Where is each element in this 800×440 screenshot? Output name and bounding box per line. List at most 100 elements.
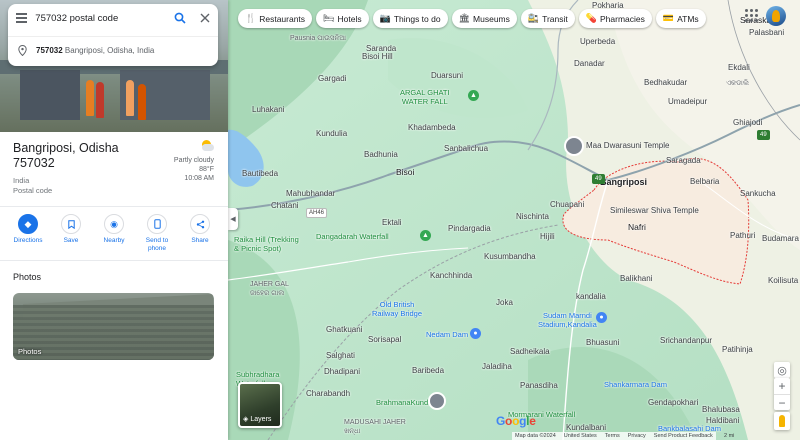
map-label-bisoi: Bisoi [396, 167, 415, 177]
map-label-khadambeda: Khadambeda [408, 123, 456, 132]
action-label: Send to phone [145, 237, 169, 252]
pegman-icon [779, 415, 785, 427]
zoom-in-button[interactable]: + [774, 378, 790, 394]
map-label-nafri: Nafri [628, 222, 646, 232]
search-button[interactable] [167, 4, 192, 32]
search-suggestion[interactable]: 757032 Bangriposi, Odisha, India [8, 36, 218, 64]
map-label-koilisuta: Koilisuta [768, 276, 799, 285]
terms-link[interactable]: Terms [605, 432, 620, 440]
map-label-ekdali-odia: ଏକଡାଲି [726, 80, 749, 87]
action-label: Share [191, 237, 209, 244]
map-label-argal-ghati: ARGAL GHATI WATER FALL [400, 88, 450, 106]
place-title-line1: Bangriposi, Odisha [13, 141, 119, 155]
bookmark-icon [61, 214, 81, 234]
action-buttons: ◆ Directions Save ◉ Nearby Send to phone… [8, 214, 220, 253]
share-button[interactable]: Share [180, 214, 220, 253]
search-card: 757032 Bangriposi, Odisha, India [8, 4, 218, 66]
chip-restaurants[interactable]: 🍴 Restaurants [238, 9, 313, 28]
directions-icon: ◆ [18, 214, 38, 234]
crosshair-icon: ◎ [777, 364, 787, 377]
dam-pin-icon[interactable]: ● [470, 328, 481, 339]
scale-bar[interactable]: 2 mi [724, 432, 734, 440]
map-label-sanbalichua: Sanbalichua [444, 144, 489, 153]
road-shield-ah46: AH46 [306, 208, 328, 218]
place-pin-icon [17, 45, 27, 56]
save-button[interactable]: Save [51, 214, 91, 253]
map-label-mahubhandar: Mahubhandar [286, 189, 336, 198]
chip-pharmacies[interactable]: 💊 Pharmacies [578, 9, 652, 28]
camera-icon: 📷 [379, 13, 391, 23]
map-label-ektali: Ektali [382, 218, 402, 227]
photos-card[interactable]: Photos [13, 293, 214, 360]
map-label-kundalbani: Kundalbani [566, 423, 607, 432]
map-label-umadeipur: Umadeipur [668, 97, 708, 106]
category-chips: 🍴 Restaurants 🛏 Hotels 📷 Things to do 🏛 Muse… [238, 9, 706, 28]
map-label-madusahi: MADUSAHI JAHER ଖନ୍ଧା [344, 419, 406, 435]
google-apps-icon[interactable] [744, 8, 758, 22]
chip-transit[interactable]: 🚉 Transit [520, 9, 575, 28]
map-label-sorisapal: Sorisapal [368, 335, 402, 344]
place-country: India [13, 176, 30, 185]
directions-button[interactable]: ◆ Directions [8, 214, 48, 253]
pharmacy-icon: 💊 [585, 13, 597, 23]
google-logo: Google [496, 414, 536, 428]
map-label-sudam-marndi: Sudam Marndi Stadium,Kandalia [538, 311, 597, 329]
map-label-pindargadia: Pindargadia [448, 224, 491, 233]
collapse-panel-button[interactable]: ◀ [228, 208, 238, 230]
maps-app: Pokharia Saraskana Palasbani Pausnia ପାଉ… [0, 0, 800, 440]
close-button[interactable] [193, 4, 218, 32]
divider [0, 206, 228, 207]
place-panel: 757032 Bangriposi, Odisha, India Bangrip… [0, 0, 228, 440]
map-label-saragada: Saragada [666, 156, 701, 165]
suggestion-text: 757032 Bangriposi, Odisha, India [36, 46, 154, 55]
map-label-old-british: Old British Railway Bridge [372, 300, 423, 318]
suggestion-rest: Bangriposi, Odisha, India [62, 46, 155, 55]
region-link[interactable]: United States [564, 432, 597, 440]
map-label-duarsuni: Duarsuni [431, 71, 464, 80]
menu-icon[interactable] [8, 4, 35, 32]
chip-label: Transit [542, 13, 568, 24]
send-to-phone-button[interactable]: Send to phone [137, 214, 177, 253]
road-shield-nh49-east: 49 [757, 130, 770, 140]
waterfall-pin-icon-2[interactable]: ▲ [420, 230, 431, 241]
transit-icon: 🚉 [527, 13, 540, 23]
chip-things-to-do[interactable]: 📷 Things to do [372, 9, 448, 28]
brahmanakunda-photo-pin-icon[interactable] [428, 392, 446, 410]
account-avatar[interactable] [766, 6, 786, 26]
map-base [228, 0, 800, 440]
map-footer: Map data ©2024 United States Terms Priva… [512, 432, 716, 440]
stadium-pin-icon[interactable]: ● [596, 312, 607, 323]
map-label-pathuri: Pathuri [730, 231, 756, 240]
museum-icon: 🏛 [458, 13, 471, 23]
search-input[interactable] [35, 8, 168, 28]
map-label-dangadarah: Dangadarah Waterfall [316, 232, 389, 241]
chip-hotels[interactable]: 🛏 Hotels [316, 9, 369, 28]
layers-button[interactable]: ◈ Layers [238, 382, 282, 428]
map-label-gargadi: Gargadi [318, 74, 347, 83]
share-icon [190, 214, 210, 234]
map-label-kandalia: kandalia [576, 292, 606, 301]
privacy-link[interactable]: Privacy [628, 432, 646, 440]
map-label-simileswar: Simileswar Shiva Temple [610, 206, 699, 215]
waterfall-pin-icon[interactable]: ▲ [468, 90, 479, 101]
chip-museums[interactable]: 🏛 Museums [451, 9, 517, 28]
chip-atms[interactable]: 💳 ATMs [655, 9, 706, 28]
chip-label: ATMs [677, 13, 699, 24]
map-label-luhakani: Luhakani [252, 105, 285, 114]
map-label-kusumbandha: Kusumbandha [484, 252, 536, 261]
map-label-pausnia: Pausnia ପାଉସନିଆ [290, 35, 347, 42]
action-label: Nearby [103, 237, 125, 244]
map-label-bhuasuni: Bhuasuni [586, 338, 620, 347]
feedback-link[interactable]: Send Product Feedback [654, 432, 713, 440]
map-label-joka: Joka [496, 298, 513, 307]
map-label-nedam-dam: Nedam Dam [426, 330, 469, 339]
temple-photo-pin-icon[interactable] [564, 136, 584, 156]
street-view-pegman[interactable] [774, 412, 790, 430]
map-label-charabandh: Charabandh [306, 389, 351, 398]
map-data-credit: Map data ©2024 [515, 433, 556, 439]
map-label-danadar: Danadar [574, 59, 605, 68]
my-location-button[interactable]: ◎ [774, 362, 790, 378]
nearby-button[interactable]: ◉ Nearby [94, 214, 134, 253]
map-canvas[interactable]: Pokharia Saraskana Palasbani Pausnia ପାଉ… [228, 0, 800, 440]
zoom-out-button[interactable]: − [774, 394, 790, 410]
